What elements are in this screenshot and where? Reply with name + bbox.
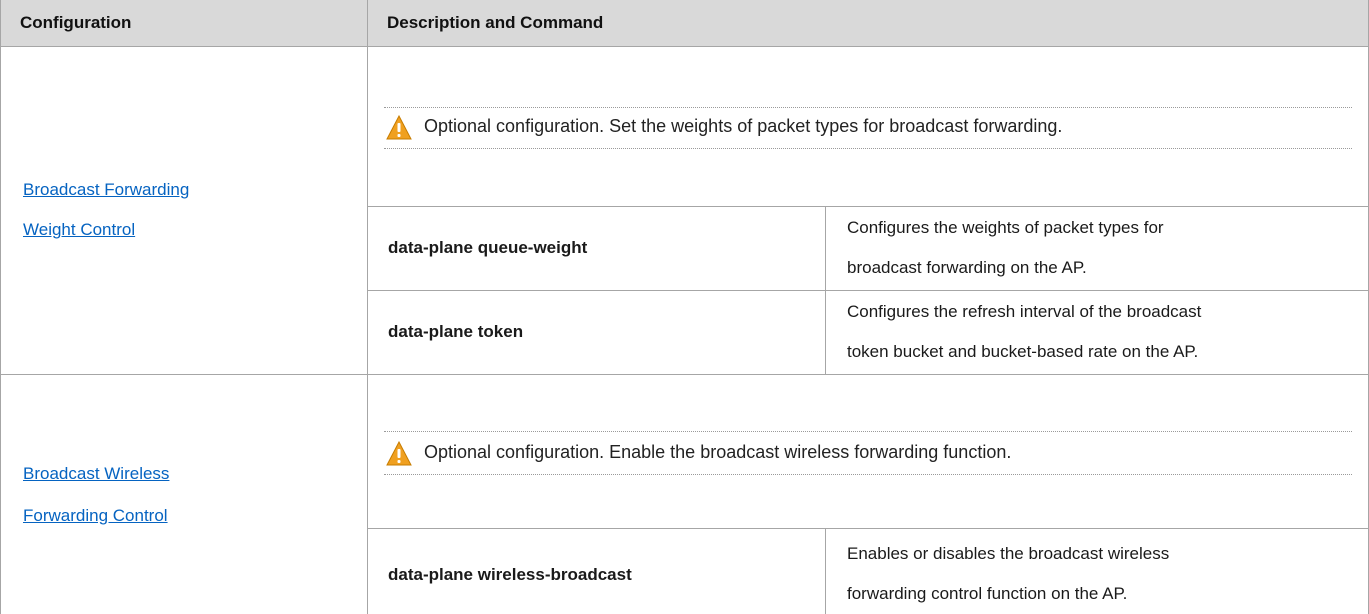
subcolumn-divider xyxy=(825,528,826,614)
note-text: Optional configuration. Set the weights … xyxy=(424,116,1063,136)
table-header xyxy=(0,0,1369,46)
link-broadcast-wireless-forwarding-control-line1[interactable]: Broadcast Wireless xyxy=(23,464,169,484)
command-queue-weight: data-plane queue-weight xyxy=(388,238,588,257)
note-bottom-rule xyxy=(384,148,1352,149)
row-divider xyxy=(367,528,1369,529)
header-configuration: Configuration xyxy=(20,13,132,32)
command-description: broadcast forwarding on the AP. xyxy=(847,258,1087,277)
note-top-rule xyxy=(384,431,1352,432)
warning-icon xyxy=(386,440,412,467)
command-token: data-plane token xyxy=(388,322,524,341)
table-border-left xyxy=(0,0,1,614)
column-divider xyxy=(367,0,368,614)
command-description: forwarding control function on the AP. xyxy=(847,584,1128,603)
row-divider xyxy=(367,290,1369,291)
link-broadcast-forwarding-weight-control-line1[interactable]: Broadcast Forwarding xyxy=(23,180,189,200)
note-text: Optional configuration. Enable the broad… xyxy=(424,442,1012,462)
command-description: Configures the weights of packet types f… xyxy=(847,218,1164,237)
command-description: token bucket and bucket-based rate on th… xyxy=(847,342,1199,361)
note-bottom-rule xyxy=(384,474,1352,475)
row-divider xyxy=(367,206,1369,207)
command-description: Enables or disables the broadcast wirele… xyxy=(847,544,1170,563)
warning-icon xyxy=(386,114,412,141)
row-divider xyxy=(0,374,1369,375)
header-description-and-command: Description and Command xyxy=(387,13,604,32)
link-broadcast-wireless-forwarding-control-line2[interactable]: Forwarding Control xyxy=(23,506,168,526)
row-divider xyxy=(0,46,1369,47)
command-description: Configures the refresh interval of the b… xyxy=(847,302,1202,321)
command-wireless-broadcast: data-plane wireless-broadcast xyxy=(388,565,632,584)
link-broadcast-forwarding-weight-control-line2[interactable]: Weight Control xyxy=(23,220,135,240)
note-top-rule xyxy=(384,107,1352,108)
